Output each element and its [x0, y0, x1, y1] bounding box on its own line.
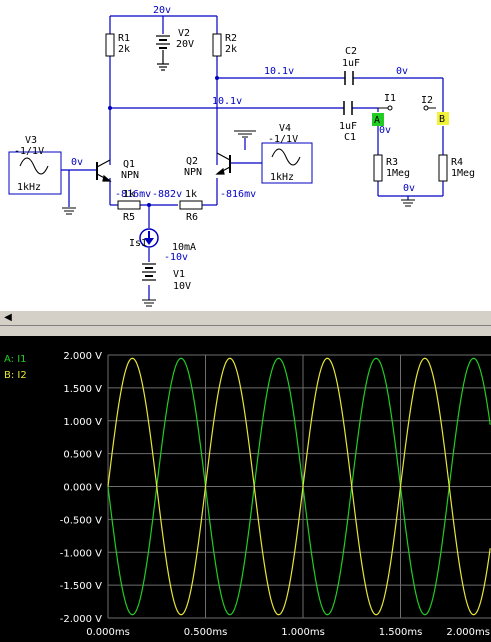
component-value: 1uF	[342, 58, 360, 69]
ground-icon	[62, 207, 76, 215]
legend-entry: B: I2	[4, 370, 27, 381]
probe-label: I1	[384, 93, 396, 104]
component-value: 20V	[176, 39, 194, 50]
component-name: R3	[386, 157, 398, 168]
component-name: C1	[344, 132, 356, 143]
node-label: 0v	[379, 125, 391, 136]
component-value: NPN	[184, 167, 202, 178]
component-name: R2	[225, 33, 237, 44]
component-name: R1	[118, 33, 130, 44]
oscilloscope-plot[interactable]: 2.000 V 1.500 V 1.000 V 0.500 V 0.000 V -0.50…	[0, 336, 491, 642]
r3-resistor[interactable]	[373, 154, 383, 182]
node-label: -816mv	[220, 189, 256, 200]
ground-icon	[401, 199, 415, 207]
y-tick-label: -0.500 V	[60, 515, 102, 526]
x-tick-label: 2.000ms	[446, 627, 490, 638]
probe-letter: B	[439, 114, 445, 125]
y-tick-label: -1.000 V	[60, 548, 102, 559]
circuit-schematic[interactable]: 20v V2 20V R1 2k R2 2k C2 1uF 10.1v 0v 1…	[0, 0, 491, 310]
node-label: 10.1v	[264, 66, 294, 77]
v2-battery-icon[interactable]	[156, 35, 170, 71]
component-value: 1k	[185, 189, 197, 200]
component-value: 1kHz	[17, 182, 41, 193]
x-tick-label: 0.000ms	[86, 627, 130, 638]
y-tick-label: 0.500 V	[63, 450, 102, 461]
component-value: 1Meg	[451, 168, 475, 179]
component-value: 1kHz	[270, 172, 294, 183]
node-label: 0v	[403, 183, 415, 194]
component-name: Q1	[123, 159, 135, 170]
component-name: V3	[25, 135, 37, 146]
component-name: Is1	[129, 238, 147, 249]
plot-legend: A: I1 B: I2	[4, 354, 27, 381]
x-tick-label: 1.500ms	[379, 627, 423, 638]
node-label: -882v	[152, 189, 182, 200]
component-name: C2	[345, 46, 357, 57]
c1-capacitor[interactable]	[343, 101, 353, 115]
component-name: V1	[173, 269, 185, 280]
x-tick-label: 1.000ms	[281, 627, 325, 638]
component-name: V2	[178, 28, 190, 39]
y-tick-label: 1.000 V	[63, 417, 102, 428]
component-name: R6	[186, 212, 198, 223]
y-tick-label: -2.000 V	[60, 614, 102, 625]
r4-resistor[interactable]	[438, 154, 448, 182]
component-value: -1/1V	[14, 146, 44, 157]
x-tick-label: 0.500ms	[184, 627, 228, 638]
component-value: 1k	[123, 189, 135, 200]
y-axis-ticks: 2.000 V 1.500 V 1.000 V 0.500 V 0.000 V -0.50…	[60, 351, 102, 625]
q1-transistor-icon[interactable]	[96, 159, 112, 182]
ground-icon	[142, 299, 156, 307]
node-label: 0v	[71, 157, 83, 168]
node-label: 10.1v	[212, 96, 242, 107]
component-value: NPN	[121, 170, 139, 181]
component-name: Q2	[186, 156, 198, 167]
probe-label: I2	[421, 95, 433, 106]
node-label: 0v	[396, 66, 408, 77]
x-axis-ticks: 0.000ms 0.500ms 1.000ms 1.500ms 2.000ms	[86, 627, 490, 638]
component-value: -1/1V	[268, 134, 298, 145]
component-value: 1uF	[339, 121, 357, 132]
c2-capacitor[interactable]	[344, 71, 354, 85]
junction-dot	[215, 76, 219, 80]
junction-dot	[147, 203, 151, 207]
component-name: R4	[451, 157, 463, 168]
horizontal-scrollbar[interactable]: ◀	[0, 310, 491, 326]
component-value: 10V	[173, 281, 191, 292]
node-label: -10v	[164, 252, 188, 263]
r5-resistor[interactable]	[117, 200, 141, 210]
panel-divider	[0, 326, 491, 336]
y-tick-label: 2.000 V	[63, 351, 102, 362]
component-value: 1Meg	[386, 168, 410, 179]
component-name: R5	[123, 212, 135, 223]
q2-transistor-icon[interactable]	[215, 152, 231, 175]
node-label: 20v	[153, 5, 171, 16]
component-value: 2k	[225, 44, 237, 55]
r1-resistor[interactable]	[105, 33, 115, 57]
v1-battery-icon[interactable]	[142, 263, 156, 281]
y-tick-label: 1.500 V	[63, 384, 102, 395]
r6-resistor[interactable]	[179, 200, 203, 210]
component-name: V4	[279, 123, 291, 134]
legend-entry: A: I1	[4, 354, 27, 365]
component-value: 2k	[118, 44, 130, 55]
probe-i2[interactable]	[423, 105, 449, 125]
plot-grid	[107, 354, 491, 619]
ground-icon	[234, 130, 256, 138]
y-tick-label: -1.500 V	[60, 581, 102, 592]
scroll-left-arrow-icon[interactable]: ◀	[2, 312, 14, 324]
r2-resistor[interactable]	[212, 33, 222, 57]
y-tick-label: 0.000 V	[63, 483, 102, 494]
junction-dot	[108, 106, 112, 110]
